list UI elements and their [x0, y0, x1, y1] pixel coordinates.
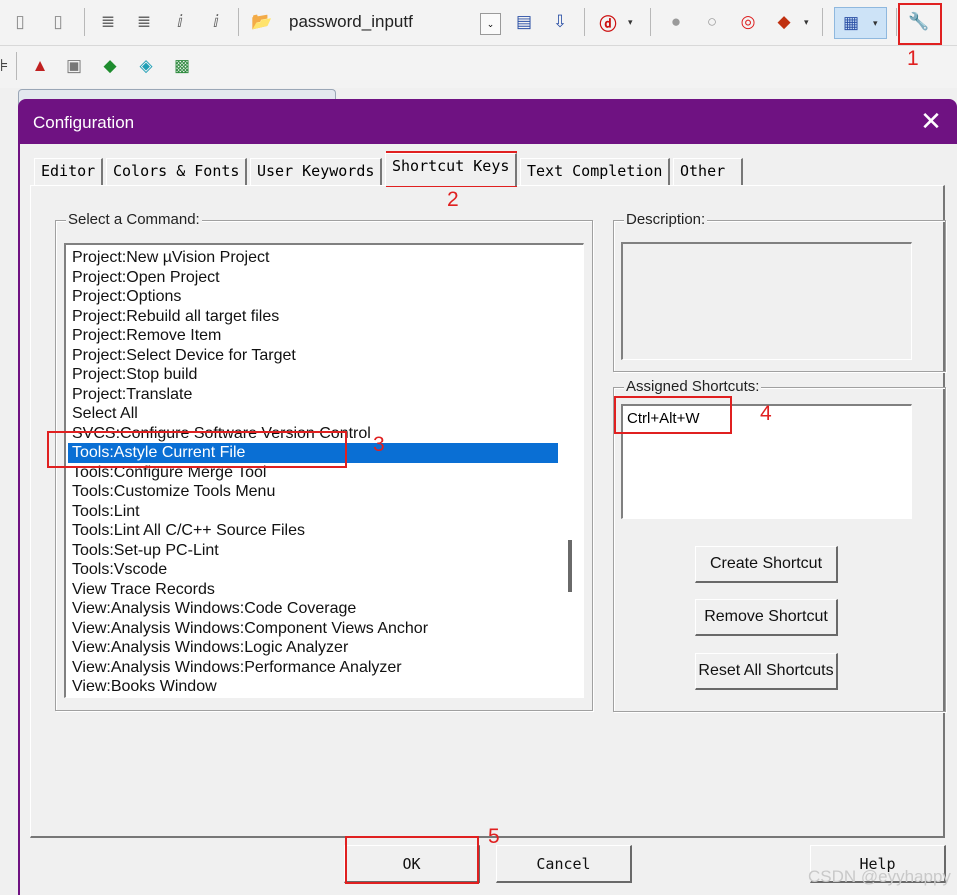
list-item[interactable]: View:Analysis Windows:Performance Analyz… [68, 658, 558, 678]
toolbar-separator [822, 8, 823, 36]
file-combo-dropdown-button[interactable]: ⌄ [480, 13, 501, 35]
list-item[interactable]: View Trace Records [68, 580, 558, 600]
list-item[interactable]: Tools:Vscode [68, 560, 558, 580]
toolbar-separator [584, 8, 585, 36]
list-item[interactable]: View:Analysis Windows:Code Coverage [68, 599, 558, 619]
toolbar-separator [84, 8, 85, 36]
unindent-icon[interactable]: ≣ [132, 10, 156, 34]
list-item-selected[interactable]: Tools:Astyle Current File [68, 443, 558, 463]
select-packs-icon[interactable]: ▩ [170, 54, 194, 78]
italic-comment-icon[interactable]: ⅈ [168, 10, 192, 34]
description-box [621, 242, 912, 360]
open-file-icon[interactable]: 📂 [250, 10, 274, 34]
annotation-label: 2 [447, 188, 459, 211]
tab-user-keywords[interactable]: User Keywords [250, 158, 383, 185]
assigned-shortcuts-label: Assigned Shortcuts: [624, 378, 762, 395]
kill-breakpoints-icon[interactable]: ◎ [736, 10, 760, 34]
description-label: Description: [624, 211, 708, 228]
tab-text-completion[interactable]: Text Completion [520, 158, 671, 185]
list-item[interactable]: Project:Rebuild all target files [68, 307, 558, 327]
list-item[interactable]: Tools:Configure Merge Tool [68, 463, 558, 483]
configuration-wrench-icon[interactable]: 🔧 [907, 10, 931, 34]
debug-dropdown-arrow[interactable]: ▾ [628, 17, 633, 28]
remove-shortcut-button[interactable]: Remove Shortcut [695, 599, 838, 636]
dialog-title: Configuration [33, 113, 135, 132]
list-item[interactable]: Project:Open Project [68, 268, 558, 288]
ok-button[interactable]: OK [344, 845, 480, 883]
toolbar-separator [896, 8, 897, 36]
tab-other[interactable]: Other [673, 158, 743, 185]
annotation-label: 5 [488, 825, 500, 848]
comment-icon[interactable]: ▯ [46, 10, 70, 34]
list-item[interactable]: View:Analysis Windows:Component Views An… [68, 619, 558, 639]
secondary-toolbar: ⊧ ▲ ▣ ◆ ◈ ▩ [0, 46, 957, 88]
list-item[interactable]: Project:Remove Item [68, 326, 558, 346]
list-item[interactable]: Project:Translate [68, 385, 558, 405]
window-layout-icon: ▦ [842, 13, 860, 32]
window-layout-button[interactable]: ▦ ▾ [834, 7, 887, 39]
manage-project-icon[interactable]: ▲ [28, 54, 52, 78]
tab-shortcut-keys[interactable]: Shortcut Keys [385, 153, 518, 186]
italic-uncomment-icon[interactable]: ⅈ [204, 10, 228, 34]
layers-icon[interactable]: ▣ [62, 54, 86, 78]
annotation-label: 3 [373, 433, 385, 456]
annotation-label: 1 [907, 47, 919, 70]
toolbar-separator [650, 8, 651, 36]
tab-editor[interactable]: Editor [34, 158, 104, 185]
pack-installer-icon[interactable]: ◈ [134, 54, 158, 78]
list-item[interactable]: SVCS:Configure Software Version Control [68, 424, 558, 444]
manage-runtime-icon[interactable]: ◆ [98, 54, 122, 78]
file-combo-value[interactable]: password_inputf [289, 12, 413, 32]
list-item[interactable]: Tools:Lint [68, 502, 558, 522]
download-icon[interactable]: ⇩ [548, 10, 572, 34]
uncomment-icon[interactable]: ▯ [8, 10, 32, 34]
breakpoint-disable-icon[interactable]: ○ [700, 10, 724, 34]
list-item[interactable]: Tools:Set-up PC-Lint [68, 541, 558, 561]
list-item[interactable]: Ctrl+Alt+W [627, 410, 700, 427]
toolbar-separator [238, 8, 239, 36]
watermark: CSDN @eyyhappy [808, 867, 951, 886]
toolbar-separator [16, 52, 17, 80]
create-shortcut-button[interactable]: Create Shortcut [695, 546, 838, 583]
indent-icon[interactable]: ≣ [96, 10, 120, 34]
close-icon[interactable]: ✕ [916, 107, 946, 137]
command-list-scrollbar[interactable] [568, 540, 572, 592]
list-item[interactable]: Project:Stop build [68, 365, 558, 385]
breakpoint-icon[interactable]: ● [664, 10, 688, 34]
cancel-button[interactable]: Cancel [496, 845, 632, 883]
list-item[interactable]: Tools:Customize Tools Menu [68, 482, 558, 502]
debug-icon[interactable]: ⓓ [596, 10, 620, 34]
document-icon[interactable]: ▤ [512, 10, 536, 34]
command-list[interactable]: Project:New µVision Project Project:Open… [64, 243, 584, 698]
select-command-label: Select a Command: [66, 211, 202, 228]
breakpoint-dropdown-arrow[interactable]: ▾ [804, 17, 809, 28]
list-item[interactable]: View:Analysis Windows:Logic Analyzer [68, 638, 558, 658]
main-toolbar: ▯ ▯ ≣ ≣ ⅈ ⅈ 📂 password_inputf ⌄ ▤ ⇩ ⓓ ▾ … [0, 0, 957, 46]
list-item[interactable]: View:Books Window [68, 677, 558, 697]
reset-all-shortcuts-button[interactable]: Reset All Shortcuts [695, 653, 838, 690]
list-item[interactable]: Project:Select Device for Target [68, 346, 558, 366]
ruler-icon[interactable]: ⊧ [0, 54, 16, 78]
list-item[interactable]: Project:Options [68, 287, 558, 307]
annotation-label: 4 [760, 402, 772, 425]
window-layout-dropdown-arrow: ▾ [873, 18, 878, 28]
list-item[interactable]: Select All [68, 404, 558, 424]
list-item[interactable]: Project:New µVision Project [68, 248, 558, 268]
breakpoint-options-icon[interactable]: ◆ [772, 10, 796, 34]
tab-colors-fonts[interactable]: Colors & Fonts [106, 158, 248, 185]
list-item[interactable]: Tools:Lint All C/C++ Source Files [68, 521, 558, 541]
